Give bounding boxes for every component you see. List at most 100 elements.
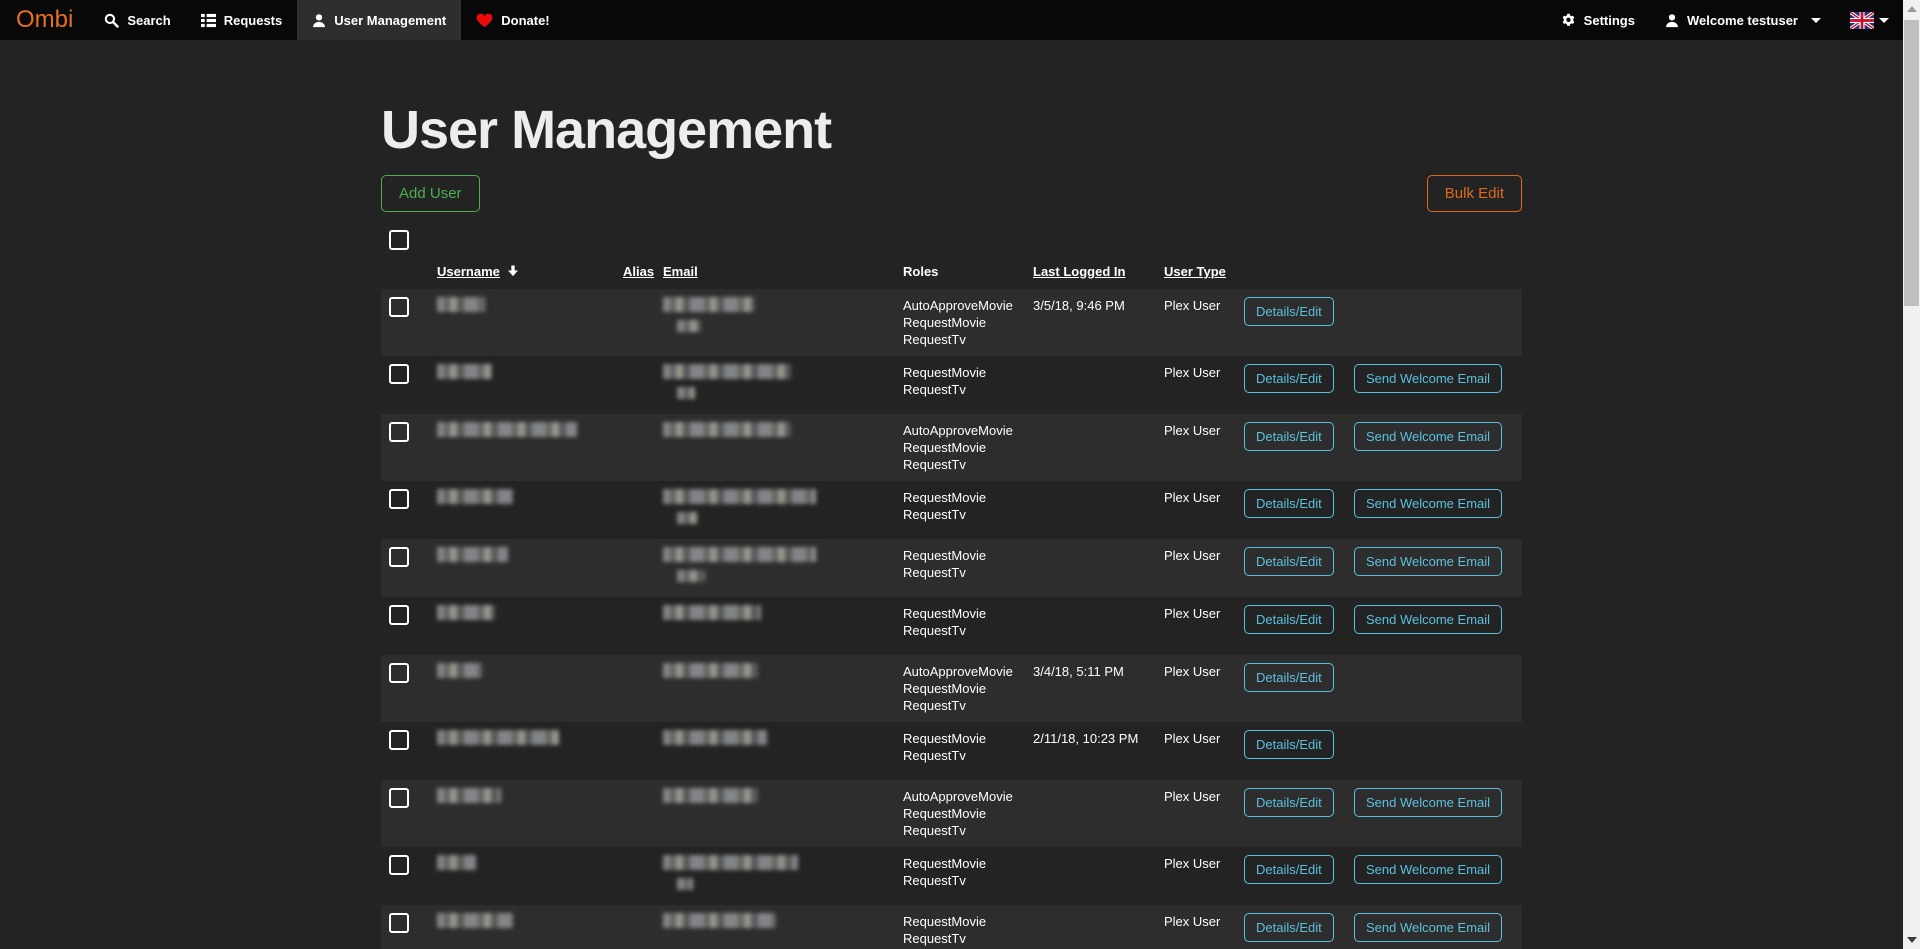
row-checkbox[interactable] (389, 663, 409, 683)
email-cell (655, 539, 895, 597)
details-edit-button[interactable]: Details/Edit (1244, 422, 1334, 451)
details-edit-button[interactable]: Details/Edit (1244, 364, 1334, 393)
role-label: RequestTv (903, 747, 1017, 764)
details-edit-button[interactable]: Details/Edit (1244, 489, 1334, 518)
user-table-body: AutoApproveMovieRequestMovieRequestTv 3/… (381, 289, 1522, 949)
send-welcome-email-button[interactable]: Send Welcome Email (1354, 913, 1502, 942)
table-row: RequestMovieRequestTv Plex User Details/… (381, 847, 1522, 905)
username-cell (429, 905, 615, 949)
details-edit-button[interactable]: Details/Edit (1244, 605, 1334, 634)
send-welcome-email-button[interactable]: Send Welcome Email (1354, 788, 1502, 817)
username-cell (429, 597, 615, 655)
email-redacted-line2 (677, 878, 693, 890)
welcome-cell: Send Welcome Email (1346, 539, 1522, 597)
send-welcome-email-button[interactable]: Send Welcome Email (1354, 547, 1502, 576)
email-redacted (663, 297, 755, 312)
username-cell (429, 780, 615, 847)
username-redacted (437, 297, 485, 312)
user-type-cell: Plex User (1156, 905, 1236, 949)
details-edit-button[interactable]: Details/Edit (1244, 788, 1334, 817)
row-checkbox[interactable] (389, 489, 409, 509)
send-welcome-email-button[interactable]: Send Welcome Email (1354, 605, 1502, 634)
add-user-button[interactable]: Add User (381, 175, 480, 212)
send-welcome-email-button[interactable]: Send Welcome Email (1354, 422, 1502, 451)
details-cell: Details/Edit (1236, 780, 1346, 847)
last-logged-in-cell (1025, 780, 1156, 847)
email-cell (655, 905, 895, 949)
details-edit-button[interactable]: Details/Edit (1244, 913, 1334, 942)
user-menu[interactable]: Welcome testuser (1650, 0, 1836, 40)
row-checkbox[interactable] (389, 605, 409, 625)
send-welcome-email-button[interactable]: Send Welcome Email (1354, 364, 1502, 393)
alias-cell (615, 481, 655, 539)
role-label: RequestMovie (903, 439, 1017, 456)
user-type-cell: Plex User (1156, 414, 1236, 481)
nav-item-donate[interactable]: Donate! (461, 0, 564, 40)
user-type-cell: Plex User (1156, 780, 1236, 847)
row-checkbox[interactable] (389, 364, 409, 384)
scrollbar-up-arrow-icon[interactable] (1907, 6, 1917, 12)
nav-items: Search Requests User Management Donate! (89, 0, 564, 40)
alias-cell (615, 597, 655, 655)
details-cell: Details/Edit (1236, 722, 1346, 780)
header-user-type[interactable]: User Type (1156, 260, 1236, 289)
nav-item-settings[interactable]: Settings (1546, 0, 1650, 40)
welcome-cell (1346, 722, 1522, 780)
nav-item-user-management[interactable]: User Management (297, 0, 461, 40)
details-edit-button[interactable]: Details/Edit (1244, 730, 1334, 759)
scrollbar-thumb[interactable] (1904, 20, 1919, 306)
alias-cell (615, 289, 655, 356)
header-actions-spacer-1 (1236, 260, 1346, 289)
alias-cell (615, 905, 655, 949)
chevron-down-icon (1811, 18, 1821, 23)
username-redacted (437, 913, 513, 928)
send-welcome-email-button[interactable]: Send Welcome Email (1354, 855, 1502, 884)
alias-cell (615, 539, 655, 597)
details-cell: Details/Edit (1236, 905, 1346, 949)
roles-cell: RequestMovieRequestTv (895, 722, 1025, 780)
row-checkbox[interactable] (389, 788, 409, 808)
scrollbar-down-arrow-icon[interactable] (1907, 937, 1917, 943)
role-label: RequestTv (903, 822, 1017, 839)
brand-logo[interactable]: Ombi (0, 0, 89, 40)
table-row: RequestMovieRequestTv Plex User Details/… (381, 356, 1522, 414)
details-cell: Details/Edit (1236, 481, 1346, 539)
nav-item-requests[interactable]: Requests (186, 0, 298, 40)
roles-cell: AutoApproveMovieRequestMovieRequestTv (895, 414, 1025, 481)
role-label: RequestTv (903, 930, 1017, 947)
header-email[interactable]: Email (655, 260, 895, 289)
email-cell (655, 847, 895, 905)
details-edit-button[interactable]: Details/Edit (1244, 855, 1334, 884)
details-edit-button[interactable]: Details/Edit (1244, 663, 1334, 692)
top-navbar: Ombi Search Requests User Management (0, 0, 1903, 40)
email-redacted-line2 (677, 512, 697, 524)
row-checkbox[interactable] (389, 913, 409, 933)
email-cell (655, 780, 895, 847)
role-label: RequestMovie (903, 605, 1017, 622)
row-checkbox[interactable] (389, 855, 409, 875)
alias-cell (615, 414, 655, 481)
email-redacted (663, 489, 816, 504)
header-last-logged-in[interactable]: Last Logged In (1025, 260, 1156, 289)
header-roles: Roles (895, 260, 1025, 289)
vertical-scrollbar[interactable] (1903, 0, 1920, 949)
role-label: AutoApproveMovie (903, 788, 1017, 805)
user-type-cell: Plex User (1156, 289, 1236, 356)
table-row: RequestMovieRequestTv Plex User Details/… (381, 597, 1522, 655)
last-logged-in-cell: 3/5/18, 9:46 PM (1025, 289, 1156, 356)
row-checkbox[interactable] (389, 422, 409, 442)
language-menu[interactable] (1836, 0, 1903, 40)
header-username[interactable]: Username (429, 260, 615, 289)
row-checkbox[interactable] (389, 730, 409, 750)
details-edit-button[interactable]: Details/Edit (1244, 547, 1334, 576)
send-welcome-email-button[interactable]: Send Welcome Email (1354, 489, 1502, 518)
row-checkbox[interactable] (389, 297, 409, 317)
username-redacted (437, 788, 501, 803)
details-edit-button[interactable]: Details/Edit (1244, 297, 1334, 326)
row-checkbox[interactable] (389, 547, 409, 567)
bulk-edit-button[interactable]: Bulk Edit (1427, 175, 1522, 212)
header-alias[interactable]: Alias (615, 260, 655, 289)
nav-item-search[interactable]: Search (89, 0, 185, 40)
email-cell (655, 481, 895, 539)
select-all-checkbox[interactable] (389, 230, 409, 250)
